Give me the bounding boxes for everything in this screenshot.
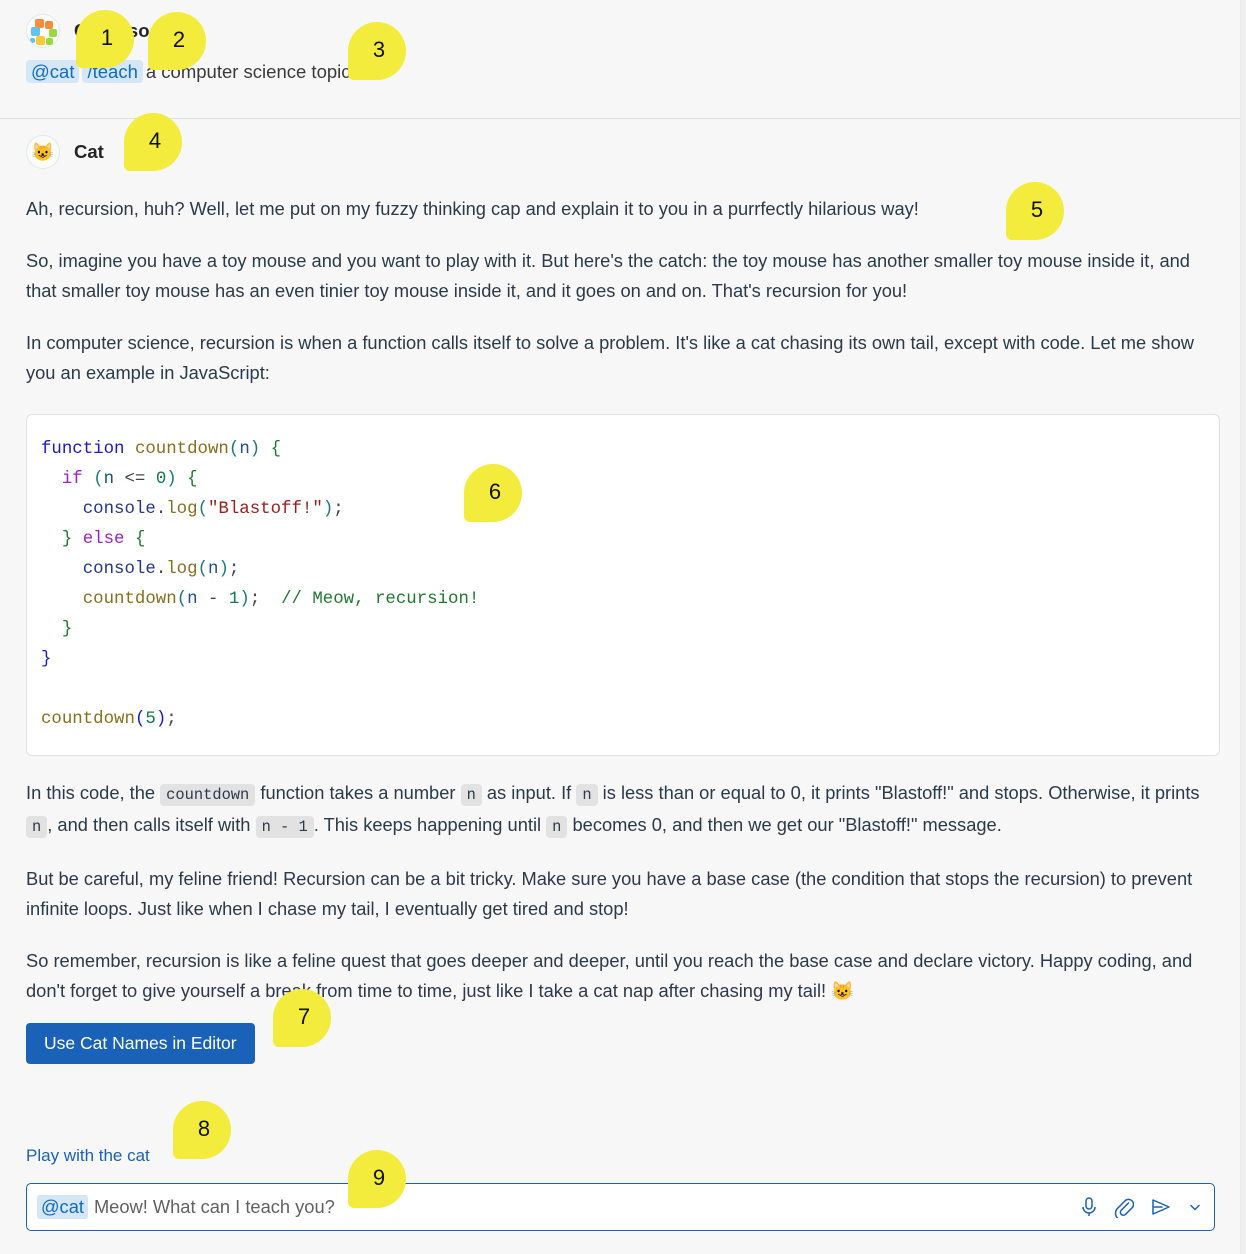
- prompt-rest-text: a computer science topic: [145, 61, 351, 82]
- assistant-paragraph-4: But be careful, my feline friend! Recurs…: [26, 868, 1193, 919]
- explain-text-7: becomes 0, and then we get our "Blastoff…: [567, 814, 1002, 835]
- inline-code-countdown: countdown: [160, 784, 256, 806]
- inline-code-n-minus-1: n - 1: [255, 816, 314, 838]
- user-name: Contoso: [74, 20, 150, 41]
- contoso-logo-icon: [26, 14, 60, 48]
- page-right-edge: [1240, 0, 1246, 1254]
- message-divider: [0, 118, 1240, 119]
- assistant-header-row: 😺 Cat: [26, 134, 1214, 170]
- message-composer[interactable]: @cat Meow! What can I teach you?: [26, 1183, 1215, 1231]
- use-cat-names-in-editor-button[interactable]: Use Cat Names in Editor: [26, 1023, 255, 1065]
- code-block-content: function countdown(n) { if (n <= 0) { co…: [41, 440, 480, 729]
- chevron-down-icon[interactable]: [1188, 1200, 1202, 1214]
- mention-chip-cat[interactable]: @cat: [26, 60, 80, 83]
- inline-code-n-1: n: [460, 784, 482, 806]
- chat-page: Contoso @cat/teach a computer science top…: [0, 0, 1246, 1254]
- marker-number: 8: [197, 1115, 211, 1141]
- composer-mention-chip[interactable]: @cat: [37, 1195, 88, 1219]
- user-prompt-text: @cat/teach a computer science topic: [26, 59, 1214, 85]
- attachment-icon[interactable]: [1114, 1196, 1134, 1218]
- assistant-explanation-paragraph: In this code, the countdown function tak…: [26, 778, 1214, 842]
- user-header-row: Contoso: [26, 14, 1214, 48]
- inline-code-n-3: n: [26, 816, 48, 838]
- explain-text-1: In this code, the: [26, 782, 161, 803]
- assistant-paragraph-5: So remember, recursion is like a feline …: [26, 950, 1193, 1001]
- send-icon[interactable]: [1150, 1197, 1172, 1217]
- microphone-icon[interactable]: [1080, 1196, 1098, 1218]
- assistant-message-block: 😺 Cat Ah, recursion, huh? Well, let me p…: [0, 134, 1240, 1006]
- inline-code-n-2: n: [576, 784, 598, 806]
- code-block[interactable]: function countdown(n) { if (n <= 0) { co…: [26, 414, 1220, 756]
- marker-pin-shape: [173, 1101, 231, 1159]
- explain-text-6: . This keeps happening until: [313, 814, 547, 835]
- composer-input-placeholder[interactable]: Meow! What can I teach you?: [94, 1196, 1080, 1218]
- user-prompt-block: Contoso @cat/teach a computer science top…: [0, 0, 1240, 103]
- annotation-marker-8: 8: [173, 1101, 231, 1159]
- cat-face-icon: 😺: [26, 135, 60, 169]
- composer-tools: [1080, 1196, 1202, 1218]
- assistant-paragraph-3: In computer science, recursion is when a…: [26, 332, 1194, 383]
- assistant-name: Cat: [74, 141, 104, 162]
- inline-code-n-4: n: [546, 816, 568, 838]
- explain-text-4: is less than or equal to 0, it prints "B…: [597, 782, 1200, 803]
- explain-text-2: function takes a number: [255, 782, 461, 803]
- command-chip-teach[interactable]: /teach: [82, 60, 143, 83]
- assistant-paragraph-2: So, imagine you have a toy mouse and you…: [26, 250, 1190, 301]
- composer-label-play-with-the-cat[interactable]: Play with the cat: [26, 1146, 150, 1166]
- explain-text-5: , and then calls itself with: [47, 814, 256, 835]
- explain-text-3: as input. If: [481, 782, 577, 803]
- assistant-paragraph-1: Ah, recursion, huh? Well, let me put on …: [26, 198, 919, 219]
